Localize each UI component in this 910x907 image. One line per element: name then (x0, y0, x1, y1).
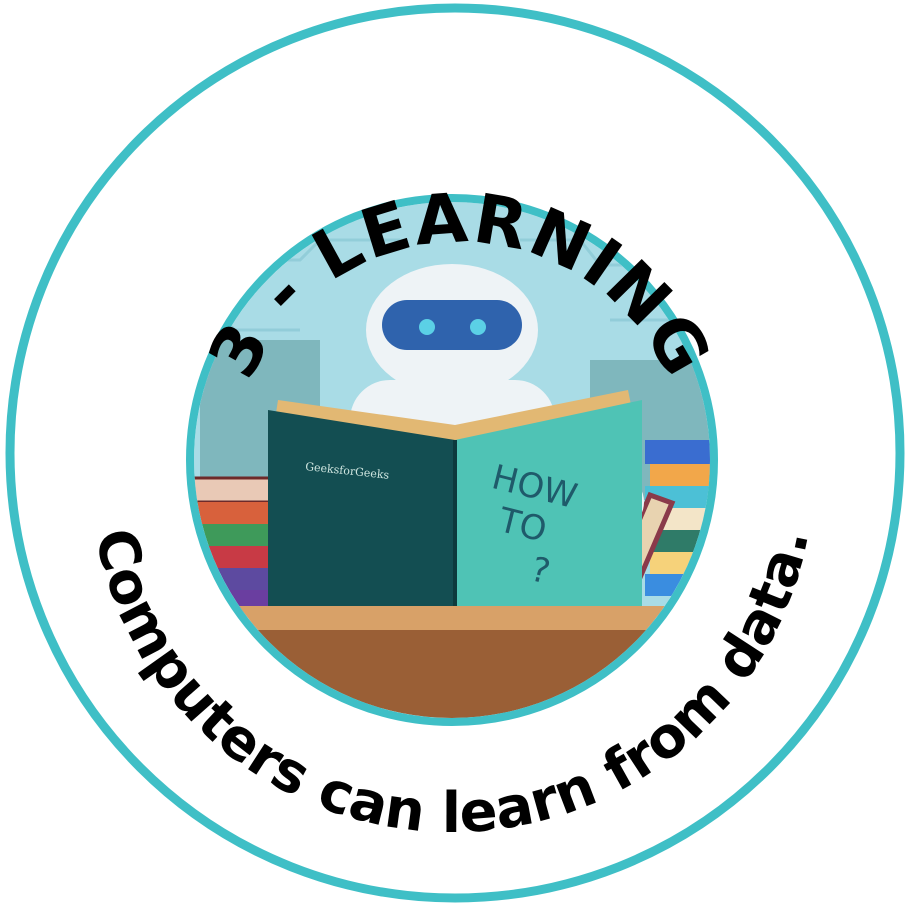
robot-eye (419, 319, 435, 335)
badge: GeeksforGeeks HOW TO ? 3 - LEARNING Comp… (0, 0, 910, 907)
book-cover-left (268, 410, 455, 608)
robot-face (382, 300, 522, 350)
robot-eye (470, 319, 486, 335)
